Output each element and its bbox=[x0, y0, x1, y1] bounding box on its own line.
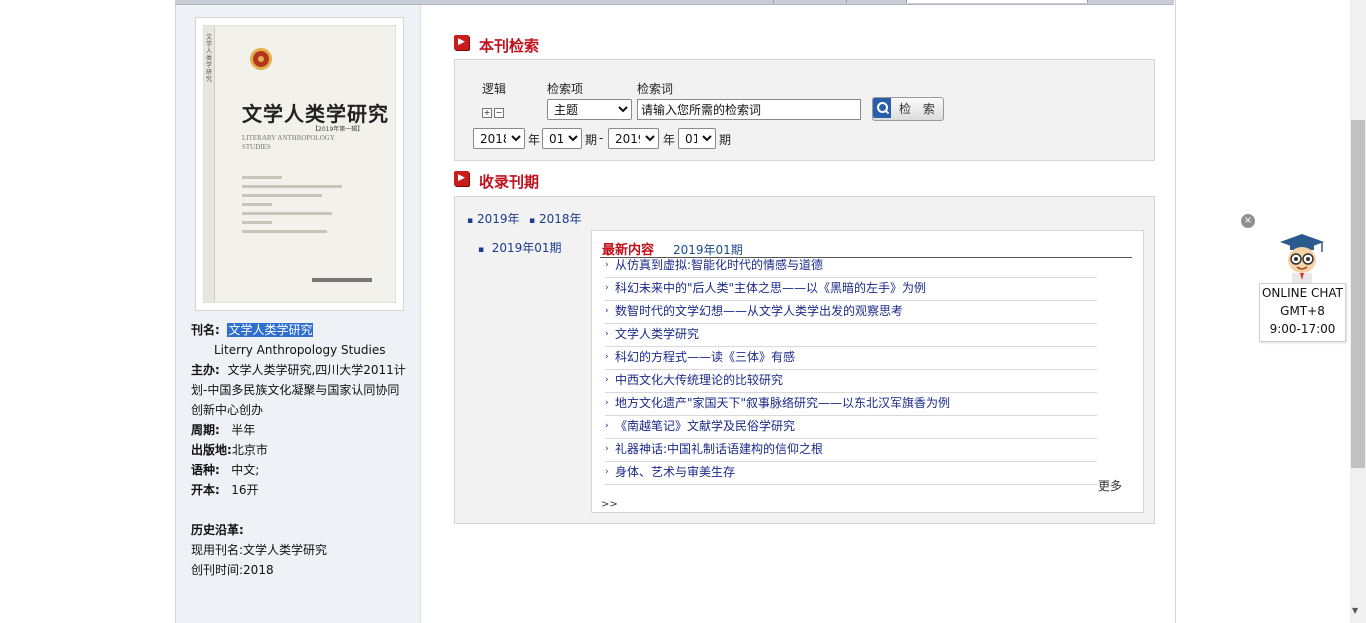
article-link[interactable]: › 文学人类学研究 bbox=[605, 324, 1097, 347]
from-year-select[interactable]: 2018 bbox=[473, 128, 525, 149]
publisher-logo-icon bbox=[250, 48, 272, 70]
remove-condition-icon[interactable]: − bbox=[494, 108, 504, 118]
range-dash: - bbox=[599, 131, 604, 145]
article-title: 从仿真到虚拟:智能化时代的情感与道德 bbox=[615, 258, 824, 272]
issues-section-title: 收录刊期 bbox=[479, 173, 540, 191]
article-link[interactable]: › 礼器神话:中国礼制话语建构的信仰之根 bbox=[605, 439, 1097, 462]
language-value: 中文; bbox=[231, 463, 260, 477]
year-text-2: 年 bbox=[663, 133, 676, 147]
keyword-input[interactable] bbox=[637, 99, 861, 120]
history-label: 历史沿革: bbox=[191, 523, 244, 537]
cover-english-title: LITERARY ANTHROPOLOGY STUDIES bbox=[242, 134, 335, 151]
article-title: 数智时代的文学幻想——从文学人类学出发的观察思考 bbox=[615, 304, 904, 318]
field-label: 检索项 bbox=[547, 82, 584, 96]
article-title: 科幻未来中的"后人类"主体之思——以《黑暗的左手》为例 bbox=[615, 281, 927, 295]
article-title: 身体、艺术与审美生存 bbox=[615, 465, 736, 479]
article-title: 礼器神话:中国礼制话语建构的信仰之根 bbox=[615, 442, 824, 456]
chat-timezone: GMT+8 bbox=[1280, 304, 1325, 318]
article-title: 科幻的方程式——读《三体》有感 bbox=[615, 350, 796, 364]
search-section-arrow-icon: ▶ bbox=[454, 35, 469, 50]
article-link[interactable]: › 科幻未来中的"后人类"主体之思——以《黑暗的左手》为例 bbox=[605, 278, 1097, 301]
year-tab-label: 2018年 bbox=[538, 212, 582, 226]
year-tab-label: 2019年 bbox=[476, 212, 520, 226]
journal-english-name: Literry Anthropology Studies bbox=[214, 343, 386, 357]
cover-publisher-bar bbox=[312, 278, 372, 282]
top-nav-tab[interactable] bbox=[773, 0, 847, 3]
cover-contents-lines bbox=[242, 176, 342, 239]
journal-info: 刊名: 文学人类学研究 Literry Anthropology Studies… bbox=[191, 320, 406, 580]
period-value: 半年 bbox=[231, 423, 256, 437]
year-tab-2018[interactable]: ▪ 2018年 bbox=[529, 210, 581, 227]
chat-hours: 9:00-17:00 bbox=[1269, 322, 1336, 336]
search-button-label: 检 索 bbox=[899, 102, 939, 116]
scroll-down-arrow-icon[interactable]: ▼ bbox=[1352, 606, 1358, 615]
article-title: 文学人类学研究 bbox=[615, 327, 700, 341]
logic-toggle: + − bbox=[482, 104, 506, 118]
next-page-link[interactable]: >> bbox=[601, 499, 618, 510]
more-link[interactable]: 更多 bbox=[1098, 477, 1122, 494]
sponsor-value: 文学人类学研究,四川大学2011计划-中国多民族文化凝聚与国家认同协同创新中心创… bbox=[191, 363, 406, 417]
article-link[interactable]: › 从仿真到虚拟:智能化时代的情感与道德 bbox=[605, 255, 1097, 278]
article-title: 地方文化遗产"家国天下"叙事脉络研究——以东北汉军旗香为例 bbox=[615, 396, 951, 410]
article-link[interactable]: › 科幻的方程式——读《三体》有感 bbox=[605, 347, 1097, 370]
chat-close-button[interactable]: × bbox=[1241, 214, 1255, 228]
founded-label: 创刊时间: bbox=[191, 563, 244, 577]
article-link[interactable]: › 身体、艺术与审美生存 bbox=[605, 462, 1097, 485]
period-text-2: 期 bbox=[719, 133, 732, 147]
cover-spine-text: 文学人类学研究 bbox=[206, 34, 213, 83]
cover-issue: 【2019年第一辑】 bbox=[312, 126, 364, 133]
current-name-value: 文学人类学研究 bbox=[243, 543, 328, 557]
article-link[interactable]: › 中西文化大传统理论的比较研究 bbox=[605, 370, 1097, 393]
name-label: 刊名: bbox=[191, 323, 220, 337]
journal-cover-image: 文学人类学研究 文学人类学研究 【2019年第一辑】 LITERARY ANTH… bbox=[203, 25, 396, 303]
issue-link-label: 2019年01期 bbox=[491, 241, 562, 255]
keyword-label: 检索词 bbox=[637, 82, 674, 96]
search-section-title: 本刊检索 bbox=[479, 37, 540, 55]
period-label: 周期: bbox=[191, 423, 220, 437]
article-link[interactable]: › 数智时代的文学幻想——从文学人类学出发的观察思考 bbox=[605, 301, 1097, 324]
format-label: 开本: bbox=[191, 483, 220, 497]
to-period-select[interactable]: 01 bbox=[678, 128, 716, 149]
from-period-select[interactable]: 01 bbox=[542, 128, 582, 149]
top-nav-search-field[interactable] bbox=[906, 0, 1088, 3]
sponsor-label: 主办: bbox=[191, 363, 220, 377]
place-label: 出版地: bbox=[191, 443, 232, 457]
cover-title: 文学人类学研究 bbox=[242, 102, 389, 126]
chat-title: ONLINE CHAT bbox=[1261, 286, 1344, 300]
issues-section-arrow-icon: ▶ bbox=[454, 171, 469, 186]
to-year-select[interactable]: 2019 bbox=[608, 128, 659, 149]
article-link[interactable]: › 地方文化遗产"家国天下"叙事脉络研究——以东北汉军旗香为例 bbox=[605, 393, 1097, 416]
journal-name: 文学人类学研究 bbox=[227, 323, 314, 337]
search-button[interactable]: 检 索 bbox=[872, 97, 944, 121]
article-link[interactable]: › 《南越笔记》文献学及民俗学研究 bbox=[605, 416, 1097, 439]
year-tab-2019[interactable]: ▪ 2019年 bbox=[467, 210, 519, 227]
language-label: 语种: bbox=[191, 463, 220, 477]
issue-link[interactable]: ▪ 2019年01期 bbox=[478, 239, 562, 256]
logic-label: 逻辑 bbox=[482, 82, 507, 96]
online-chat-box[interactable]: ONLINE CHAT GMT+8 9:00-17:00 bbox=[1259, 283, 1346, 342]
article-title: 中西文化大传统理论的比较研究 bbox=[615, 373, 784, 387]
article-title: 《南越笔记》文献学及民俗学研究 bbox=[615, 419, 796, 433]
year-text-1: 年 bbox=[528, 133, 541, 147]
founded-value: 2018 bbox=[243, 563, 274, 577]
scrollbar-thumb[interactable] bbox=[1351, 120, 1365, 468]
period-text-1: 期 bbox=[585, 133, 598, 147]
search-field-select[interactable]: 主题 bbox=[547, 99, 632, 120]
format-value: 16开 bbox=[231, 483, 259, 497]
place-value: 北京市 bbox=[231, 443, 268, 457]
chat-mascot-icon[interactable] bbox=[1278, 232, 1326, 284]
add-condition-icon[interactable]: + bbox=[482, 108, 492, 118]
search-icon bbox=[873, 98, 891, 118]
current-name-label: 现用刊名: bbox=[191, 543, 244, 557]
